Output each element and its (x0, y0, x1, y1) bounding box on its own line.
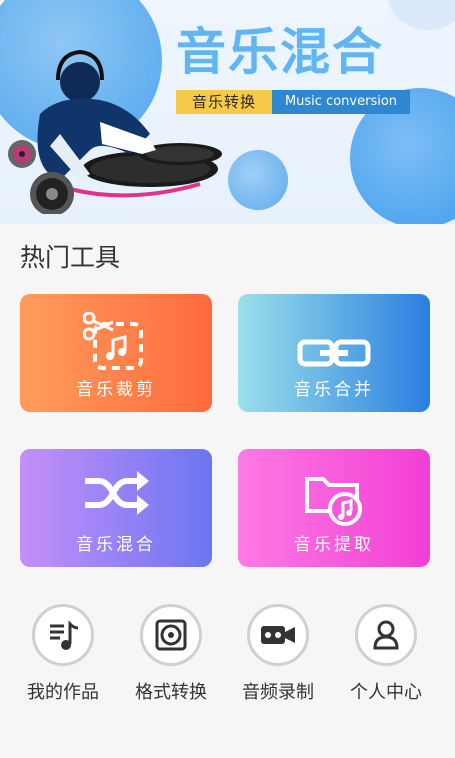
nav-label: 音频录制 (242, 682, 314, 703)
nav-profile[interactable]: 个人中心 (331, 604, 441, 704)
disc-icon (155, 619, 187, 651)
nav-my-works[interactable]: 我的作品 (8, 604, 118, 704)
nav-format-convert[interactable]: 格式转换 (116, 604, 226, 704)
hero-banner[interactable]: 音乐混合 音乐转换 Music conversion (0, 0, 455, 224)
tool-card-music-cut[interactable]: 音乐裁剪 (20, 294, 212, 412)
shuffle-icon (85, 471, 149, 515)
nav-icon-circle (32, 604, 94, 666)
music-list-icon (50, 620, 79, 650)
tool-card-label: 音乐提取 (294, 535, 374, 555)
tool-card-label: 音乐裁剪 (76, 380, 156, 400)
nav-label: 格式转换 (135, 682, 207, 703)
banner-tag-en: Music conversion (272, 90, 410, 114)
nav-label: 我的作品 (27, 682, 99, 703)
nav-icon-circle (247, 604, 309, 666)
nav-icon-circle (355, 604, 417, 666)
banner-title: 音乐混合 (176, 23, 384, 81)
tool-card-music-merge[interactable]: 音乐合并 (238, 294, 430, 412)
banner-tag-cn: 音乐转换 (176, 90, 272, 114)
recorder-icon (261, 626, 295, 644)
section-title: 热门工具 (20, 243, 121, 272)
nav-audio-record[interactable]: 音频录制 (223, 604, 333, 704)
tool-card-music-mix[interactable]: 音乐混合 (20, 449, 212, 567)
folder-music-icon (305, 477, 362, 526)
scissors-music-icon (83, 312, 143, 370)
nav-icon-circle (140, 604, 202, 666)
tool-card-music-extract[interactable]: 音乐提取 (238, 449, 430, 567)
user-icon (373, 620, 399, 650)
nav-label: 个人中心 (350, 682, 422, 703)
tool-card-label: 音乐合并 (294, 380, 374, 400)
tool-card-label: 音乐混合 (76, 535, 156, 555)
